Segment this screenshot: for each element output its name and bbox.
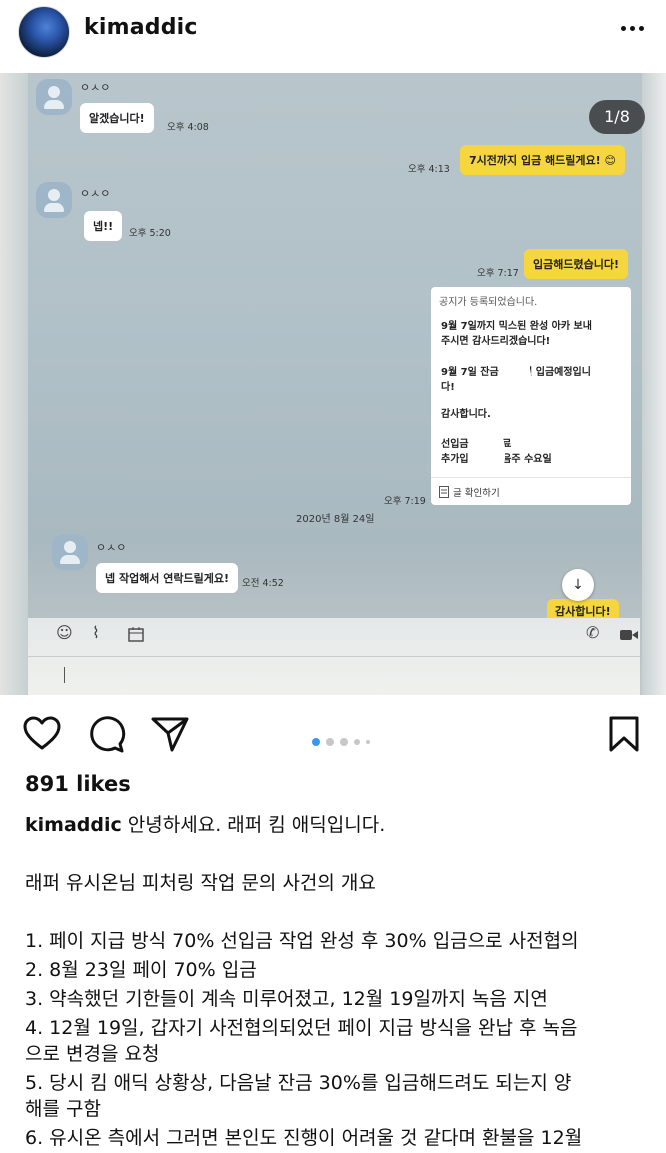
post-actions [0, 708, 666, 758]
redaction-smudge [509, 359, 531, 403]
caption-line: 5. 당시 킴 애딕 상황상, 다음날 잔금 30%를 입금해드려도 되는지 양 [25, 1072, 572, 1094]
notice-line: 9월 7일 잔금 원 입금예정입니 다! [441, 367, 591, 393]
emoji-icon[interactable]: ☺ [56, 623, 73, 642]
carousel-dots [312, 738, 370, 746]
video-icon[interactable] [620, 629, 638, 641]
carousel-dot [326, 738, 334, 746]
notice-line: 선입금 완료추가입 다음주 수요일 [441, 439, 552, 465]
sender-name: ㅇㅅㅇ [80, 187, 111, 200]
notice-footer[interactable]: 글 확인하기 [431, 477, 631, 506]
username[interactable]: kimaddic [84, 15, 198, 40]
calendar-icon[interactable] [128, 626, 144, 642]
sender-name: ㅇㅅㅇ [96, 541, 127, 554]
photo-right-edge [642, 73, 666, 695]
share-icon[interactable] [150, 714, 190, 754]
carousel-counter: 1/8 [589, 100, 645, 134]
carousel-dot-active [312, 738, 320, 746]
date-divider: 2020년 8월 24일 [296, 514, 375, 525]
caption-line: 3. 약속했던 기한들이 계속 미루어졌고, 12월 19일까지 녹음 지연 [25, 988, 548, 1010]
post-image[interactable]: ㅇㅅㅇ 알겠습니다! 오후 4:08 오후 4:13 7시전까지 입금 해드릴게… [0, 73, 666, 695]
carousel-dot [354, 739, 360, 745]
message-bubble: 넵 작업해서 연락드릴게요! [96, 563, 238, 593]
heart-icon[interactable] [22, 714, 62, 754]
message-time: 오후 5:20 [129, 228, 171, 239]
my-message-bubble: 7시전까지 입금 해드릴게요! 😊 [460, 145, 625, 175]
caption-heading: 래퍼 유시온님 피처링 작업 문의 사건의 개요 [25, 872, 376, 894]
scroll-down-icon[interactable]: ↓ [562, 569, 594, 601]
profile-icon [52, 534, 88, 570]
phone-icon[interactable]: ✆ [586, 623, 599, 642]
caption-line: 해를 구함 [25, 1098, 101, 1120]
message-bubble: 넵!! [84, 211, 123, 241]
photo-left-edge [0, 73, 28, 695]
chat-input-caret [64, 667, 65, 683]
caption-line: 2. 8월 23일 페이 70% 입금 [25, 959, 257, 981]
notice-line: 감사합니다. [441, 409, 491, 420]
notice-line: 9월 7일까지 믹스된 완성 아카 보내 주시면 감사드리겠습니다! [441, 321, 592, 347]
redaction-smudge [479, 432, 505, 474]
more-options-icon[interactable] [621, 26, 644, 31]
likes-count[interactable]: 891 likes [25, 772, 131, 796]
caption-intro: kimaddic 안녕하세요. 래퍼 킴 애딕입니다. [25, 814, 386, 836]
carousel-dot [340, 738, 348, 746]
caption-line: 4. 12월 19일, 갑자기 사전협의되었던 페이 지급 방식을 완납 후 녹… [25, 1017, 578, 1039]
caption-line: 1. 페이 지급 방식 70% 선입금 작업 완성 후 30% 입금으로 사전협… [25, 930, 579, 952]
message-time: 오전 4:52 [242, 578, 284, 589]
caption-line: 으로 변경을 요청 [25, 1043, 160, 1065]
my-message-bubble: 입금해드렸습니다! [524, 249, 628, 279]
notice-footer-label: 글 확인하기 [453, 488, 500, 499]
message-time: 오후 7:19 [384, 496, 426, 507]
carousel-dot [366, 740, 370, 744]
sender-name: ㅇㅅㅇ [80, 81, 111, 94]
notice-card[interactable]: 공지가 등록되었습니다. 9월 7일까지 믹스된 완성 아카 보내 주시면 감사드… [431, 287, 631, 505]
document-icon [439, 486, 449, 498]
caption-line: 6. 유시온 측에서 그러면 본인도 진행이 어려울 것 같다며 환불을 12월 [25, 1127, 583, 1149]
profile-icon [36, 79, 72, 115]
message-time: 오후 4:08 [167, 122, 209, 133]
profile-icon [36, 182, 72, 218]
notice-header: 공지가 등록되었습니다. [439, 297, 538, 308]
caption-username[interactable]: kimaddic [25, 814, 122, 836]
bookmark-icon[interactable] [604, 714, 644, 754]
post-header: kimaddic [0, 0, 666, 72]
avatar[interactable] [18, 6, 70, 58]
chat-input-divider [28, 656, 640, 657]
message-time: 오후 4:13 [408, 164, 450, 175]
message-bubble: 알겠습니다! [80, 103, 154, 133]
comment-icon[interactable] [86, 714, 126, 754]
chat-screen: ㅇㅅㅇ 알겠습니다! 오후 4:08 오후 4:13 7시전까지 입금 해드릴게… [28, 73, 640, 623]
message-time: 오후 7:17 [477, 268, 519, 279]
attach-icon[interactable]: ⌇ [92, 623, 100, 642]
